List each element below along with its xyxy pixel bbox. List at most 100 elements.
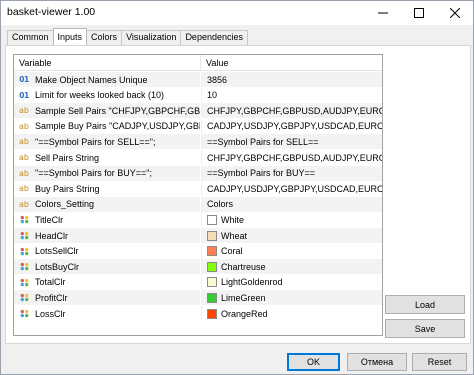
save-button[interactable]: Save <box>385 319 465 338</box>
color-swatch[interactable] <box>207 292 217 303</box>
variable-value: LimeGreen <box>221 292 266 303</box>
table-row[interactable]: ab Buy Pairs String CADJPY,USDJPY,GBPJPY,U… <box>14 181 382 197</box>
color-swatch[interactable] <box>207 214 217 225</box>
variable-name: LotsBuyClr <box>35 261 80 272</box>
variable-name: Colors_Setting <box>35 199 95 210</box>
column-header-variable[interactable]: Variable <box>14 55 51 71</box>
tab-common[interactable]: Common <box>7 30 54 45</box>
table-header: Variable Value <box>14 55 382 71</box>
variable-cell: ab "==Symbol Pairs for BUY=="; <box>14 165 200 181</box>
palette-icon <box>17 275 31 290</box>
window-title: basket-viewer 1.00 <box>7 6 96 18</box>
variable-value: CHFJPY,GBPCHF,GBPUSD,AUDJPY,EURGBP,... <box>207 152 382 163</box>
variable-cell: 01 Make Object Names Unique <box>14 72 200 87</box>
value-cell[interactable]: CHFJPY,GBPCHF,GBPUSD,AUDJPY,EURGBP,... <box>201 103 382 119</box>
table-row[interactable]: LotsBuyClr Chartreuse <box>14 259 382 275</box>
variable-value: Colors <box>207 199 234 210</box>
table-row[interactable]: HeadClr Wheat <box>14 228 382 243</box>
tab-dependencies[interactable]: Dependencies <box>180 30 248 45</box>
tab-visualization[interactable]: Visualization <box>121 30 182 45</box>
table-row[interactable]: ProfitClr LimeGreen <box>14 290 382 306</box>
variable-name: Make Object Names Unique <box>35 74 148 85</box>
value-cell[interactable]: LimeGreen <box>201 290 382 306</box>
cancel-button[interactable]: Отмена <box>347 353 407 371</box>
integer-type-icon: 01 <box>19 90 29 100</box>
color-swatch[interactable] <box>207 246 217 257</box>
tab-colors[interactable]: Colors <box>86 30 123 45</box>
minimize-icon <box>378 12 388 14</box>
ok-button[interactable]: OK <box>287 353 340 371</box>
palette-icon <box>17 244 31 259</box>
variable-cell: 01 Limit for weeks looked back (10) <box>14 88 200 103</box>
palette-icon <box>17 306 31 321</box>
value-cell[interactable]: 3856 <box>201 72 382 87</box>
value-cell[interactable]: OrangeRed <box>201 306 382 321</box>
reset-button[interactable]: Reset <box>412 353 467 371</box>
value-cell[interactable]: Colors <box>201 196 382 212</box>
table-row[interactable]: TitleClr White <box>14 212 382 228</box>
variable-cell: TitleClr <box>14 212 200 227</box>
table-row[interactable]: 01 Make Object Names Unique 3856 <box>14 72 382 87</box>
color-swatch[interactable] <box>207 230 217 241</box>
table-row[interactable]: LotsSellClr Coral <box>14 243 382 259</box>
close-icon <box>450 8 460 18</box>
load-button[interactable]: Load <box>385 295 465 314</box>
value-cell[interactable]: Wheat <box>201 228 382 243</box>
maximize-icon <box>414 8 424 18</box>
variable-cell: TotalClr <box>14 275 200 290</box>
integer-type-icon: 01 <box>19 75 29 84</box>
value-cell[interactable]: 10 <box>201 87 382 103</box>
value-cell[interactable]: White <box>201 212 382 228</box>
value-cell[interactable]: CHFJPY,GBPCHF,GBPUSD,AUDJPY,EURGBP,... <box>201 150 382 165</box>
variable-name: Buy Pairs String <box>35 183 100 194</box>
value-cell[interactable]: CADJPY,USDJPY,GBPJPY,USDCAD,EURCHF,... <box>201 181 382 197</box>
palette-icon <box>17 212 31 227</box>
value-cell[interactable]: LightGoldenrod <box>201 274 382 290</box>
value-cell[interactable]: Coral <box>201 243 382 259</box>
variable-cell: ab Colors_Setting <box>14 196 200 212</box>
variable-name: Sell Pairs String <box>35 152 100 163</box>
string-type-icon: ab <box>19 199 29 209</box>
string-type-icon: ab <box>19 121 29 131</box>
table-row[interactable]: ab "==Symbol Pairs for SELL=="; ==Symbol P… <box>14 134 382 150</box>
variable-value: 10 <box>207 90 218 101</box>
variable-name: "==Symbol Pairs for BUY=="; <box>35 168 152 179</box>
variable-name: ProfitClr <box>35 292 68 303</box>
table-row[interactable]: ab Colors_Setting Colors <box>14 196 382 212</box>
variable-name: HeadClr <box>35 230 69 241</box>
string-type-icon: ab <box>19 184 29 194</box>
inputs-panel: Variable Value 01 Make Object Names Uniqu… <box>5 45 471 344</box>
table-row[interactable]: LossClr OrangeRed <box>14 306 382 321</box>
string-type-icon: ab <box>19 137 29 147</box>
palette-icon <box>17 290 31 305</box>
tab-inputs[interactable]: Inputs <box>52 28 88 45</box>
variable-name: LossClr <box>35 308 66 319</box>
table-row[interactable]: ab Sample Sell Pairs "CHFJPY,GBPCHF,GBP..… <box>14 103 382 119</box>
minimize-button[interactable] <box>365 1 401 25</box>
value-cell[interactable]: CADJPY,USDJPY,GBPJPY,USDCAD,EURCHF,... <box>201 118 382 134</box>
variable-name: "==Symbol Pairs for SELL=="; <box>35 136 156 147</box>
inputs-table: Variable Value 01 Make Object Names Uniqu… <box>13 54 383 336</box>
value-cell[interactable]: Chartreuse <box>201 259 382 275</box>
palette-icon <box>17 259 31 274</box>
value-cell[interactable]: ==Symbol Pairs for SELL== <box>201 134 382 150</box>
variable-value: CADJPY,USDJPY,GBPJPY,USDCAD,EURCHF,... <box>207 183 382 194</box>
variable-value: Coral <box>221 246 243 257</box>
color-swatch[interactable] <box>207 277 217 288</box>
table-row[interactable]: ab "==Symbol Pairs for BUY=="; ==Symbol Pa… <box>14 165 382 181</box>
value-cell[interactable]: ==Symbol Pairs for BUY== <box>201 165 382 181</box>
table-row[interactable]: 01 Limit for weeks looked back (10) 10 <box>14 87 382 103</box>
variable-name: TotalClr <box>35 277 66 288</box>
color-swatch[interactable] <box>207 308 217 319</box>
close-button[interactable] <box>437 1 473 25</box>
variable-cell: LotsSellClr <box>14 244 200 259</box>
color-swatch[interactable] <box>207 261 217 272</box>
variable-cell: ab Sell Pairs String <box>14 150 200 165</box>
maximize-button[interactable] <box>401 1 437 25</box>
table-row[interactable]: ab Sample Buy Pairs "CADJPY,USDJPY,GBP...… <box>14 118 382 134</box>
string-type-icon: ab <box>19 168 29 178</box>
table-row[interactable]: TotalClr LightGoldenrod <box>14 274 382 290</box>
column-header-value[interactable]: Value <box>201 55 228 71</box>
table-row[interactable]: ab Sell Pairs String CHFJPY,GBPCHF,GBPUSD,… <box>14 150 382 165</box>
variable-cell: ab Sample Buy Pairs "CADJPY,USDJPY,GBP... <box>14 119 200 134</box>
